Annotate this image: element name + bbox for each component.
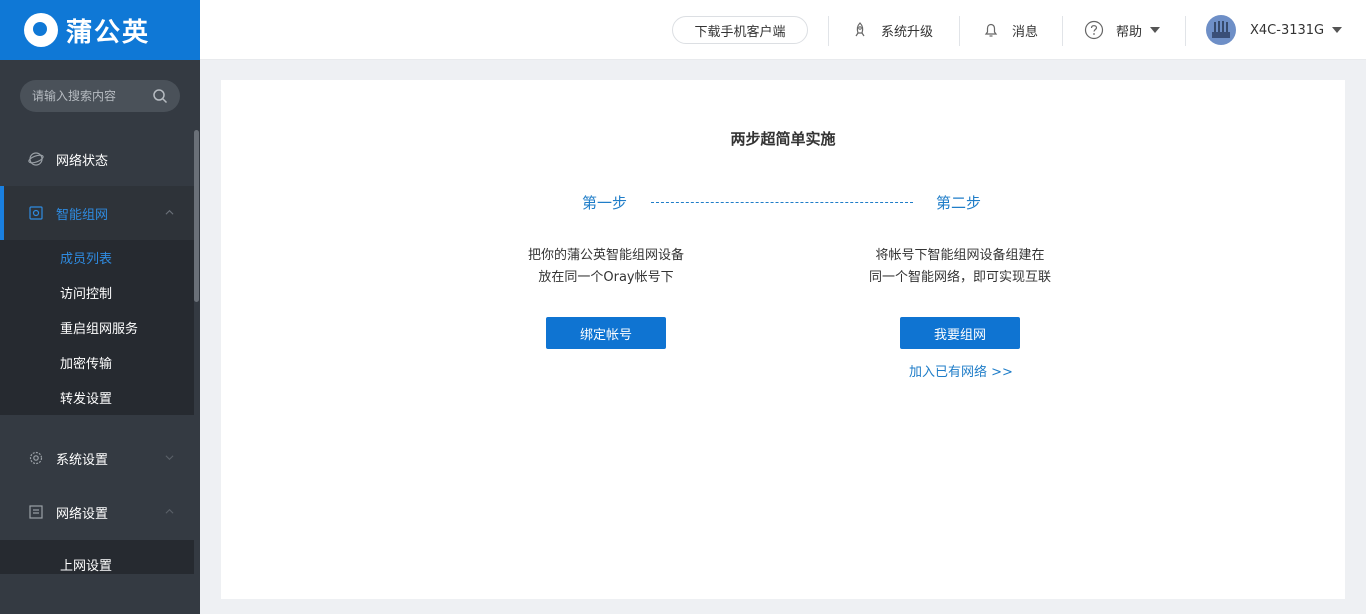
sidebar-subitem-restart-service[interactable]: 重启组网服务 xyxy=(0,310,194,345)
device-name: X4C-3131G xyxy=(1250,22,1325,38)
divider xyxy=(1062,16,1063,46)
help-dropdown[interactable]: 帮助 xyxy=(1084,18,1161,42)
logo[interactable]: 蒲公英 xyxy=(0,0,200,60)
settings-list-icon xyxy=(29,505,43,519)
sidebar-item-label: 网络设置 xyxy=(56,506,109,522)
sidebar-item-system-settings[interactable]: 系统设置 xyxy=(0,431,194,485)
step1-description: 把你的蒲公英智能组网设备 放在同一个Oray帐号下 xyxy=(476,245,736,289)
sidebar-item-smart-network[interactable]: 智能组网 xyxy=(0,186,194,240)
bell-icon xyxy=(984,23,998,37)
help-label: 帮助 xyxy=(1116,24,1143,40)
step2-desc-line1: 将帐号下智能组网设备组建在 xyxy=(875,248,1045,263)
sidebar-subitem-access-control[interactable]: 访问控制 xyxy=(0,275,194,310)
search-icon[interactable] xyxy=(152,88,168,104)
step1-desc-line1: 把你的蒲公英智能组网设备 xyxy=(527,248,684,263)
rocket-icon xyxy=(855,22,865,37)
active-indicator xyxy=(0,186,4,240)
sidebar-scrollbar[interactable] xyxy=(194,130,199,302)
sidebar-item-label: 系统设置 xyxy=(56,452,109,468)
download-app-button[interactable]: 下载手机客户端 xyxy=(672,16,808,44)
step-connector-line xyxy=(651,202,913,203)
logo-text: 蒲公英 xyxy=(66,17,151,48)
network-icon xyxy=(29,206,43,220)
step2-description: 将帐号下智能组网设备组建在 同一个智能网络，即可实现互联 xyxy=(830,245,1090,289)
chevron-down-icon xyxy=(165,455,174,461)
help-icon xyxy=(1084,20,1104,40)
dandelion-logo-icon xyxy=(24,13,58,47)
caret-down-icon xyxy=(1150,27,1161,33)
create-network-button[interactable]: 我要组网 xyxy=(900,317,1020,349)
sidebar: 蒲公英 网络状态 智能组网 成员列表 访问控制 重启组网服务 加密传输 转发设置 xyxy=(0,0,200,614)
upgrade-label: 系统升级 xyxy=(881,24,934,40)
chevron-up-icon xyxy=(165,209,174,215)
divider xyxy=(1185,16,1186,46)
globe-icon xyxy=(28,152,44,166)
search-box xyxy=(20,80,180,112)
join-existing-network-link[interactable]: 加入已有网络 >> xyxy=(881,361,1041,380)
step2-label: 第二步 xyxy=(936,194,982,212)
router-avatar-icon xyxy=(1206,15,1236,45)
page-title: 两步超简单实施 xyxy=(730,130,836,148)
bind-account-button[interactable]: 绑定帐号 xyxy=(546,317,666,349)
sidebar-item-network-status[interactable]: 网络状态 xyxy=(0,132,194,186)
sidebar-subitem-encrypted-transfer[interactable]: 加密传输 xyxy=(0,345,194,380)
device-dropdown[interactable]: X4C-3131G xyxy=(1206,15,1343,45)
messages-label: 消息 xyxy=(1012,24,1039,40)
sidebar-subitem-member-list[interactable]: 成员列表 xyxy=(0,240,194,275)
step1-desc-line2: 放在同一个Oray帐号下 xyxy=(538,270,674,285)
chevron-up-icon xyxy=(165,508,174,514)
submenu-network-settings: 上网设置 xyxy=(0,540,194,574)
sidebar-subitem-internet-settings[interactable]: 上网设置 xyxy=(0,540,194,588)
caret-down-icon xyxy=(1332,27,1343,33)
system-upgrade-button[interactable]: 系统升级 xyxy=(851,18,933,42)
sidebar-item-network-settings[interactable]: 网络设置 xyxy=(0,485,194,539)
top-header: 下载手机客户端 系统升级 消息 帮助 X4C-3131G xyxy=(200,0,1366,60)
messages-button[interactable]: 消息 xyxy=(982,18,1038,42)
gear-icon xyxy=(29,451,43,465)
divider xyxy=(828,16,829,46)
main-card: 两步超简单实施 第一步 第二步 把你的蒲公英智能组网设备 放在同一个Oray帐号… xyxy=(221,80,1345,599)
search-input[interactable] xyxy=(32,89,152,103)
sidebar-subitem-forwarding[interactable]: 转发设置 xyxy=(0,380,194,415)
divider xyxy=(959,16,960,46)
submenu-smart-network: 成员列表 访问控制 重启组网服务 加密传输 转发设置 xyxy=(0,240,194,415)
step1-label: 第一步 xyxy=(582,194,628,212)
sidebar-item-label: 网络状态 xyxy=(56,153,109,169)
step2-desc-line2: 同一个智能网络，即可实现互联 xyxy=(868,270,1051,285)
sidebar-item-label: 智能组网 xyxy=(56,207,109,223)
